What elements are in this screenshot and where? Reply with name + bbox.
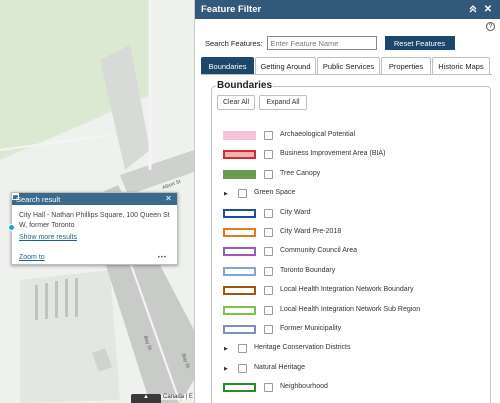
layer-label: Natural Heritage (254, 363, 305, 371)
layer-checkbox[interactable] (264, 150, 273, 160)
search-result-popup: Search result ✕ City Hall - Nathan Phill… (8, 192, 178, 265)
panel-header: Feature Filter ✕ (195, 0, 500, 19)
boundaries-fieldset: Boundaries Clear All Expand All Archaeol… (211, 80, 491, 403)
layer-item: Neighbourhood (212, 382, 482, 394)
layer-item: Business Improvement Area (BIA) (212, 149, 482, 161)
layer-label: City Ward (280, 208, 311, 216)
reset-features-button[interactable]: Reset Features (384, 36, 455, 50)
layer-item: Tree Canopy (212, 169, 482, 181)
layer-item: Local Health Integration Network Sub Reg… (212, 305, 482, 317)
expand-all-button[interactable]: Expand All (259, 95, 307, 110)
layer-checkbox[interactable] (264, 247, 273, 257)
search-input[interactable] (266, 36, 377, 50)
layer-label: Heritage Conservation Districts (254, 344, 351, 352)
close-icon[interactable]: ✕ (482, 4, 494, 15)
layer-checkbox[interactable] (264, 169, 273, 179)
layer-item: Community Council Area (212, 246, 482, 258)
location-marker[interactable] (8, 224, 15, 231)
legend-swatch (223, 131, 256, 140)
layer-checkbox[interactable] (238, 189, 247, 199)
layer-checkbox[interactable] (264, 208, 273, 218)
layer-checkbox[interactable] (264, 228, 273, 237)
popup-title: Search result (16, 194, 61, 204)
zoom-to-link[interactable]: Zoom to (19, 254, 45, 261)
layer-item: Former Municipality (212, 324, 482, 336)
layer-item: Local Health Integration Network Boundar… (212, 285, 482, 297)
legend-swatch (223, 383, 256, 393)
collapse-icon[interactable] (467, 4, 479, 15)
layer-item: City Ward (212, 208, 482, 220)
expand-caret-icon[interactable]: ▶ (224, 366, 228, 372)
legend-swatch (223, 208, 256, 218)
legend-swatch (223, 150, 256, 160)
section-title: Boundaries (216, 80, 274, 91)
tab-bar: Boundaries Getting Around Public Service… (201, 57, 491, 74)
legend-swatch (223, 266, 256, 276)
legend-swatch (223, 305, 256, 315)
expand-caret-icon[interactable]: ▶ (224, 191, 228, 197)
layer-checkbox[interactable] (264, 325, 273, 334)
tab-public-services[interactable]: Public Services (317, 57, 380, 74)
search-row: Search Features: Reset Features (205, 36, 455, 50)
legend-swatch (223, 169, 256, 179)
layer-label: Archaeological Potential (280, 131, 356, 138)
layer-checkbox[interactable] (264, 305, 273, 315)
map-attribution: Canada | E (161, 394, 195, 400)
tab-historic-maps[interactable]: Historic Maps (432, 57, 490, 74)
map-view[interactable]: Albert St Bay St Bay St Search result ✕ … (0, 0, 194, 403)
layer-item: Archaeological Potential (212, 130, 482, 142)
layer-checkbox[interactable] (264, 286, 273, 296)
layer-label: Former Municipality (280, 325, 342, 332)
layer-checkbox[interactable] (238, 363, 247, 373)
legend-swatch (223, 286, 256, 296)
legend-swatch (223, 247, 256, 257)
layer-item: ▶ Green Space (212, 188, 482, 200)
more-actions-icon[interactable]: ••• (158, 255, 167, 261)
layer-label: Business Improvement Area (BIA) (280, 150, 386, 158)
layer-label: Neighbourhood (280, 383, 328, 391)
show-more-results-link[interactable]: Show more results (19, 234, 77, 241)
help-icon[interactable]: ? (486, 22, 495, 31)
popup-header: Search result ✕ (12, 193, 177, 205)
clear-all-button[interactable]: Clear All (217, 95, 255, 110)
layer-checkbox[interactable] (238, 344, 247, 354)
layer-item: ▶ Heritage Conservation Districts (212, 343, 482, 355)
expand-caret-icon[interactable]: ▶ (224, 346, 228, 352)
layer-label: City Ward Pre-2018 (280, 228, 342, 235)
search-label: Search Features: (205, 38, 263, 48)
layer-checkbox[interactable] (264, 383, 273, 393)
tab-properties[interactable]: Properties (381, 57, 431, 74)
close-icon[interactable]: ✕ (164, 195, 173, 204)
tab-boundaries[interactable]: Boundaries (201, 57, 254, 74)
tab-content: Boundaries Clear All Expand All Archaeol… (201, 74, 492, 403)
layer-item: City Ward Pre-2018 (212, 227, 482, 239)
layer-label: Community Council Area (280, 247, 358, 255)
layer-checkbox[interactable] (264, 131, 273, 140)
legend-swatch (223, 325, 256, 334)
panel-title: Feature Filter (201, 4, 262, 15)
layer-checkbox[interactable] (264, 266, 273, 276)
layer-label: Tree Canopy (280, 169, 321, 177)
maximize-icon[interactable] (12, 193, 161, 204)
tab-getting-around[interactable]: Getting Around (255, 57, 316, 74)
layer-item: ▶ Natural Heritage (212, 363, 482, 375)
feature-filter-panel: Feature Filter ✕ ? Search Features: Rese… (194, 0, 500, 403)
legend-swatch (223, 228, 256, 237)
layer-label: Local Health Integration Network Boundar… (280, 286, 414, 294)
layer-label: Green Space (254, 189, 296, 197)
popup-result-text: City Hall - Nathan Phillips Square, 100 … (19, 212, 170, 229)
layer-label: Local Health Integration Network Sub Reg… (280, 305, 421, 313)
layer-item: Toronto Boundary (212, 266, 482, 278)
expand-tab-icon[interactable]: ▲ (131, 394, 161, 403)
layer-label: Toronto Boundary (280, 266, 336, 274)
